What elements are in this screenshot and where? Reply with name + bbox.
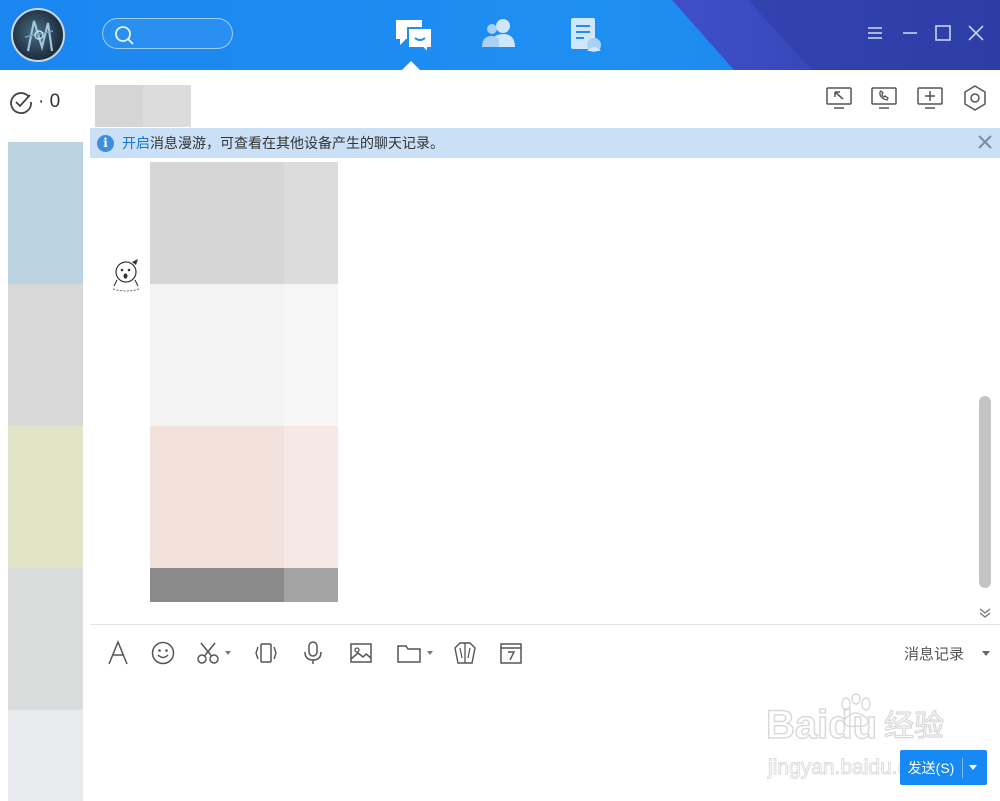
message-roaming-notice: i 开启 消息漫游，可查看在其他设备产生的聊天记录。	[90, 128, 1000, 158]
info-icon: i	[97, 134, 114, 152]
minimize-icon	[903, 32, 917, 34]
send-button[interactable]: 发送(S)	[900, 750, 987, 785]
voice-call-icon	[871, 87, 897, 109]
chat-settings-button[interactable]	[961, 85, 989, 111]
send-button-label: 发送(S)	[907, 759, 955, 776]
add-member-button[interactable]	[916, 85, 944, 111]
avatar-glyph	[24, 20, 54, 52]
font-icon	[108, 640, 128, 665]
conversation-item[interactable]	[8, 142, 83, 284]
screenshot-button[interactable]	[195, 640, 221, 666]
gift-icon	[454, 642, 476, 664]
maximize-button[interactable]	[932, 22, 954, 44]
tab-contacts[interactable]	[478, 15, 522, 55]
status-count: · 0	[38, 91, 61, 112]
send-button-separator	[962, 757, 963, 778]
search-box[interactable]	[102, 18, 233, 49]
cartoon-avatar-icon	[112, 259, 140, 292]
close-icon	[968, 25, 984, 41]
message-history-button[interactable]: 消息记录	[904, 643, 964, 664]
tab-messages[interactable]	[392, 15, 436, 56]
voice-message-button[interactable]	[300, 640, 326, 666]
calendar-icon	[500, 643, 522, 664]
sender-avatar[interactable]	[108, 256, 144, 296]
menu-icon	[868, 27, 882, 39]
font-button[interactable]	[105, 640, 131, 666]
enable-roaming-link[interactable]: 开启	[122, 133, 150, 153]
close-icon	[978, 135, 992, 149]
screenshot-dropdown-caret[interactable]	[225, 651, 231, 655]
shake-icon	[255, 643, 277, 663]
voice-call-button[interactable]	[870, 85, 898, 111]
contacts-icon	[482, 19, 515, 47]
conversation-item[interactable]	[8, 568, 83, 710]
notice-text: 消息漫游，可查看在其他设备产生的聊天记录。	[150, 135, 444, 151]
active-tab-indicator	[402, 61, 420, 70]
gift-button[interactable]	[452, 640, 478, 666]
shake-button[interactable]	[253, 640, 279, 666]
task-status[interactable]: · 0	[8, 88, 60, 116]
conversation-item[interactable]	[8, 284, 83, 426]
chat-bubble-icon	[396, 20, 433, 56]
microphone-icon	[304, 641, 322, 664]
history-dropdown-caret[interactable]	[982, 651, 990, 656]
check-circle-icon	[10, 92, 32, 114]
conversation-item[interactable]	[8, 426, 83, 568]
mosaic-image	[150, 162, 338, 602]
title-bar	[0, 0, 1000, 70]
minimize-button[interactable]	[899, 22, 921, 44]
menu-button[interactable]	[864, 22, 886, 44]
emoji-icon	[151, 641, 175, 665]
document-icon	[571, 18, 601, 52]
add-member-icon	[917, 87, 943, 109]
chat-contact-name[interactable]	[95, 85, 191, 127]
file-button[interactable]	[396, 640, 422, 666]
send-options-caret[interactable]	[969, 765, 977, 770]
double-chevron-down-icon	[979, 608, 991, 618]
screenshot-icon	[197, 642, 219, 664]
calendar-button[interactable]	[498, 640, 524, 666]
conversation-item[interactable]	[8, 710, 83, 801]
emoji-button[interactable]	[150, 640, 176, 666]
close-button[interactable]	[965, 22, 987, 44]
message-image[interactable]	[150, 162, 338, 602]
notice-close-button[interactable]	[976, 133, 994, 151]
image-button[interactable]	[348, 640, 374, 666]
search-icon	[115, 26, 134, 45]
settings-icon	[964, 85, 986, 111]
scroll-to-bottom-button[interactable]	[978, 606, 992, 618]
tab-space[interactable]	[564, 15, 608, 55]
composer-divider	[90, 624, 1000, 625]
chat-scrollbar-thumb[interactable]	[979, 396, 991, 588]
user-avatar[interactable]	[11, 8, 65, 62]
file-dropdown-caret[interactable]	[427, 651, 433, 655]
message-input[interactable]	[90, 676, 1000, 746]
screen-share-icon	[826, 87, 852, 109]
image-icon	[350, 643, 372, 663]
maximize-icon	[935, 25, 951, 41]
folder-icon	[397, 645, 421, 663]
screen-share-button[interactable]	[825, 85, 853, 111]
